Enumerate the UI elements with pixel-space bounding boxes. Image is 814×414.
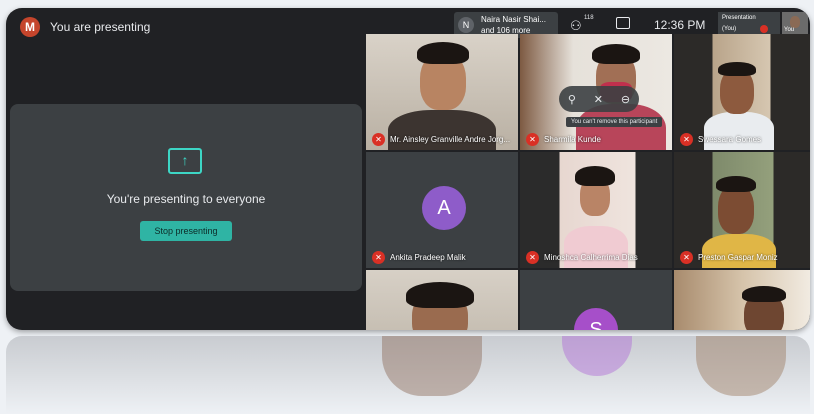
reflection-figure — [696, 336, 786, 396]
participant-name: Swessara Gomes — [698, 135, 762, 144]
participant-tile[interactable] — [674, 270, 810, 330]
chat-icon[interactable] — [616, 17, 630, 29]
mic-off-icon: ✕ — [680, 251, 693, 264]
mic-off-icon: ✕ — [526, 133, 539, 146]
participant-name: Mr. Ainsley Granville Andre Jorg... — [390, 135, 511, 144]
participant-count: 118 — [584, 15, 594, 21]
presenting-card: ↑ You're presenting to everyone Stop pre… — [10, 104, 362, 291]
presenting-header: M You are presenting — [6, 8, 366, 42]
participant-name: Minoshca Calherrima Dias — [544, 253, 638, 262]
participant-tile[interactable]: ✕ Mr. Ainsley Granville Andre Jorg... — [366, 34, 518, 150]
mic-off-icon: ✕ — [372, 251, 385, 264]
participant-name: Preston Gaspar Moniz — [698, 253, 778, 262]
participant-hover-controls: ⚲ ✕ ⊖ — [559, 86, 639, 112]
mic-off-icon: ✕ — [680, 133, 693, 146]
reflection-figure — [382, 336, 482, 396]
mic-off-icon — [760, 25, 768, 33]
participant-tile[interactable] — [366, 270, 518, 330]
self-presentation-label: Presentation — [722, 15, 756, 21]
participant-tile[interactable]: ✕ Minoshca Calherrima Dias — [520, 152, 672, 268]
participant-grid: ✕ Mr. Ainsley Granville Andre Jorg... ✕ … — [364, 34, 810, 330]
remove-tooltip: You can't remove this participant — [566, 117, 663, 127]
participant-tile[interactable]: A ✕ Ankita Pradeep Malik — [366, 152, 518, 268]
self-label: You — [784, 27, 795, 33]
screenshot-reflection — [6, 336, 810, 414]
speaker-name: Naira Nasir Shai... — [481, 15, 546, 24]
participant-avatar: A — [422, 186, 466, 230]
participant-tile[interactable]: ✕ Preston Gaspar Moniz — [674, 152, 810, 268]
self-presentation-you: (You) — [722, 26, 737, 32]
participant-tile[interactable]: S — [520, 270, 672, 330]
speaker-avatar: N — [458, 17, 474, 33]
participant-avatar: S — [574, 308, 618, 330]
participant-name: Ankita Pradeep Malik — [390, 253, 466, 262]
reflection-avatar — [562, 336, 632, 376]
presenting-title: You are presenting — [50, 20, 151, 34]
user-avatar[interactable]: M — [20, 17, 40, 37]
mic-off-icon: ✕ — [372, 133, 385, 146]
participant-tile[interactable]: ✕ Swessara Gomes — [674, 34, 810, 150]
meet-window: M You are presenting ↑ You're presenting… — [6, 8, 810, 330]
present-screen-icon: ↑ — [168, 148, 202, 174]
remove-participant-icon[interactable]: ⊖ — [621, 93, 630, 106]
presenting-message: You're presenting to everyone — [106, 192, 266, 206]
participant-name: Sharmila Kunde — [544, 135, 601, 144]
mic-off-icon: ✕ — [526, 251, 539, 264]
people-icon[interactable]: ⚇ — [570, 18, 582, 34]
mute-participant-icon[interactable]: ✕ — [594, 93, 603, 106]
clock: 12:36 PM — [654, 18, 706, 32]
pin-icon[interactable]: ⚲ — [568, 93, 576, 106]
stop-presenting-button[interactable]: Stop presenting — [140, 221, 232, 241]
